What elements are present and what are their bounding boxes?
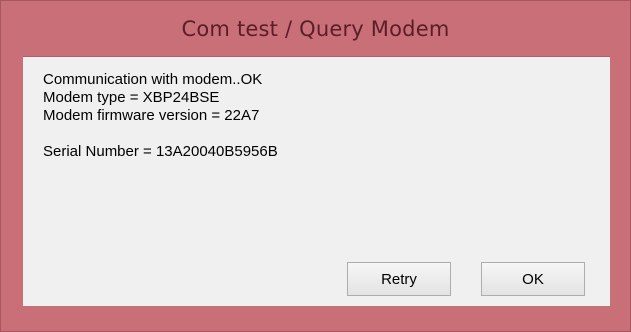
dialog-body: Communication with modem..OK Modem type … (23, 56, 610, 306)
retry-button[interactable]: Retry (347, 262, 451, 296)
modem-type-text: Modem type = XBP24BSE (43, 89, 220, 106)
communication-status-text: Communication with modem..OK (43, 71, 263, 88)
dialog-window: Com test / Query Modem Communication wit… (0, 0, 631, 332)
window-title: Com test / Query Modem (181, 16, 450, 41)
serial-number-text: Serial Number = 13A20040B5956B (43, 143, 278, 160)
ok-button[interactable]: OK (481, 262, 585, 296)
title-bar[interactable]: Com test / Query Modem (1, 1, 630, 56)
message-area: Communication with modem..OK Modem type … (43, 71, 278, 161)
firmware-version-text: Modem firmware version = 22A7 (43, 107, 260, 124)
